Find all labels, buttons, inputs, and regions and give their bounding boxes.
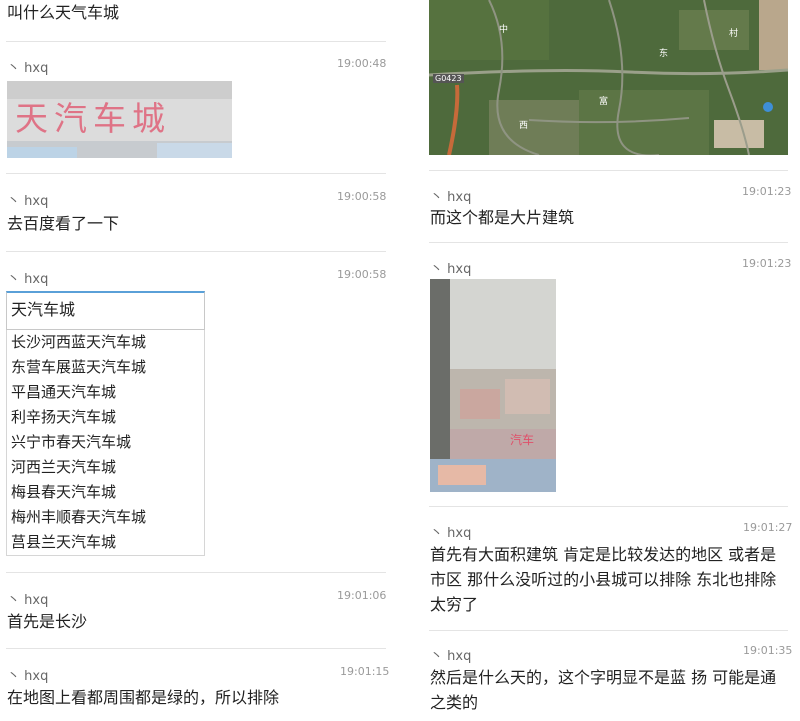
chat-column-right: G0423 中 东 富 西 村 丶 hxq 19:01:23 而这个都是大片建筑… <box>418 0 800 721</box>
message-username: 丶 hxq <box>430 262 472 277</box>
message-username: 丶 hxq <box>7 272 49 287</box>
street-sign-text: 汽车 <box>510 433 535 447</box>
message-text: 首先是长沙 <box>7 612 88 631</box>
message-text: 而这个都是大片建筑 <box>430 208 575 227</box>
message-timestamp: 19:01:23 <box>742 257 792 270</box>
suggestion-item[interactable]: 兴宁市春天汽车城 <box>7 430 204 455</box>
message-username: 丶 hxq <box>7 61 49 76</box>
suggestion-item[interactable]: 平昌通天汽车城 <box>7 380 204 405</box>
message-text: 首先有大面积建筑 肯定是比较发达的地区 或者是市区 那什么没听过的小县城可以排除… <box>430 545 777 614</box>
message-timestamp: 19:01:06 <box>337 589 387 602</box>
divider <box>6 41 386 42</box>
divider <box>429 630 788 631</box>
message-username: 丶 hxq <box>430 526 472 541</box>
suggestion-item[interactable]: 长沙河西蓝天汽车城 <box>7 330 204 355</box>
map-label: 村 <box>729 29 739 39</box>
message-timestamp: 19:01:15 <box>340 665 390 678</box>
map-label: 东 <box>659 49 669 59</box>
message-text: 在地图上看都周围都是绿的，所以排除 <box>7 688 280 707</box>
map-label: 中 <box>499 25 509 35</box>
satellite-map-image[interactable]: G0423 中 东 富 西 村 <box>429 0 788 155</box>
message-text: 去百度看了一下 <box>7 214 120 233</box>
message-timestamp: 19:00:48 <box>337 57 387 70</box>
message-timestamp: 19:01:27 <box>743 521 793 534</box>
divider <box>6 173 386 174</box>
map-terrain <box>429 0 788 155</box>
suggestion-item[interactable]: 梅县春天汽车城 <box>7 480 204 505</box>
message-timestamp: 19:00:58 <box>337 268 387 281</box>
sign-text: 天汽车城 <box>15 99 171 138</box>
suggestion-item[interactable]: 河西兰天汽车城 <box>7 455 204 480</box>
message-username: 丶 hxq <box>7 593 49 608</box>
message-timestamp: 19:01:35 <box>743 644 793 657</box>
map-label: G0423 <box>433 74 464 83</box>
search-input[interactable]: 天汽车城 <box>6 291 205 330</box>
message-username: 丶 hxq <box>430 649 472 664</box>
divider <box>429 170 788 171</box>
message-username: 丶 hxq <box>7 669 49 684</box>
message-timestamp: 19:00:58 <box>337 190 387 203</box>
sign-photo[interactable]: 天汽车城 <box>7 81 232 158</box>
divider <box>6 648 386 649</box>
message-username: 丶 hxq <box>7 194 49 209</box>
divider <box>6 572 386 573</box>
street-photo[interactable]: 汽车 <box>430 279 556 492</box>
divider <box>429 506 788 507</box>
suggestion-item[interactable]: 莒县兰天汽车城 <box>7 530 204 555</box>
divider <box>6 251 386 252</box>
message-username: 丶 hxq <box>430 190 472 205</box>
map-label: 富 <box>599 97 609 107</box>
message-timestamp: 19:01:23 <box>742 185 792 198</box>
map-label: 西 <box>519 121 529 131</box>
suggestion-list: 长沙河西蓝天汽车城 东营车展蓝天汽车城 平昌通天汽车城 利辛扬天汽车城 兴宁市春… <box>6 330 205 556</box>
message-text: 叫什么天气车城 <box>7 3 120 22</box>
chat-column-left: 叫什么天气车城 丶 hxq 19:00:48 天汽车城 丶 hxq 19:00:… <box>0 0 400 721</box>
suggestion-item[interactable]: 东营车展蓝天汽车城 <box>7 355 204 380</box>
suggestion-item[interactable]: 梅州丰顺春天汽车城 <box>7 505 204 530</box>
suggestion-item[interactable]: 利辛扬天汽车城 <box>7 405 204 430</box>
message-text: 然后是什么天的，这个字明显不是蓝 扬 可能是通之类的 <box>430 668 777 712</box>
divider <box>429 242 788 243</box>
